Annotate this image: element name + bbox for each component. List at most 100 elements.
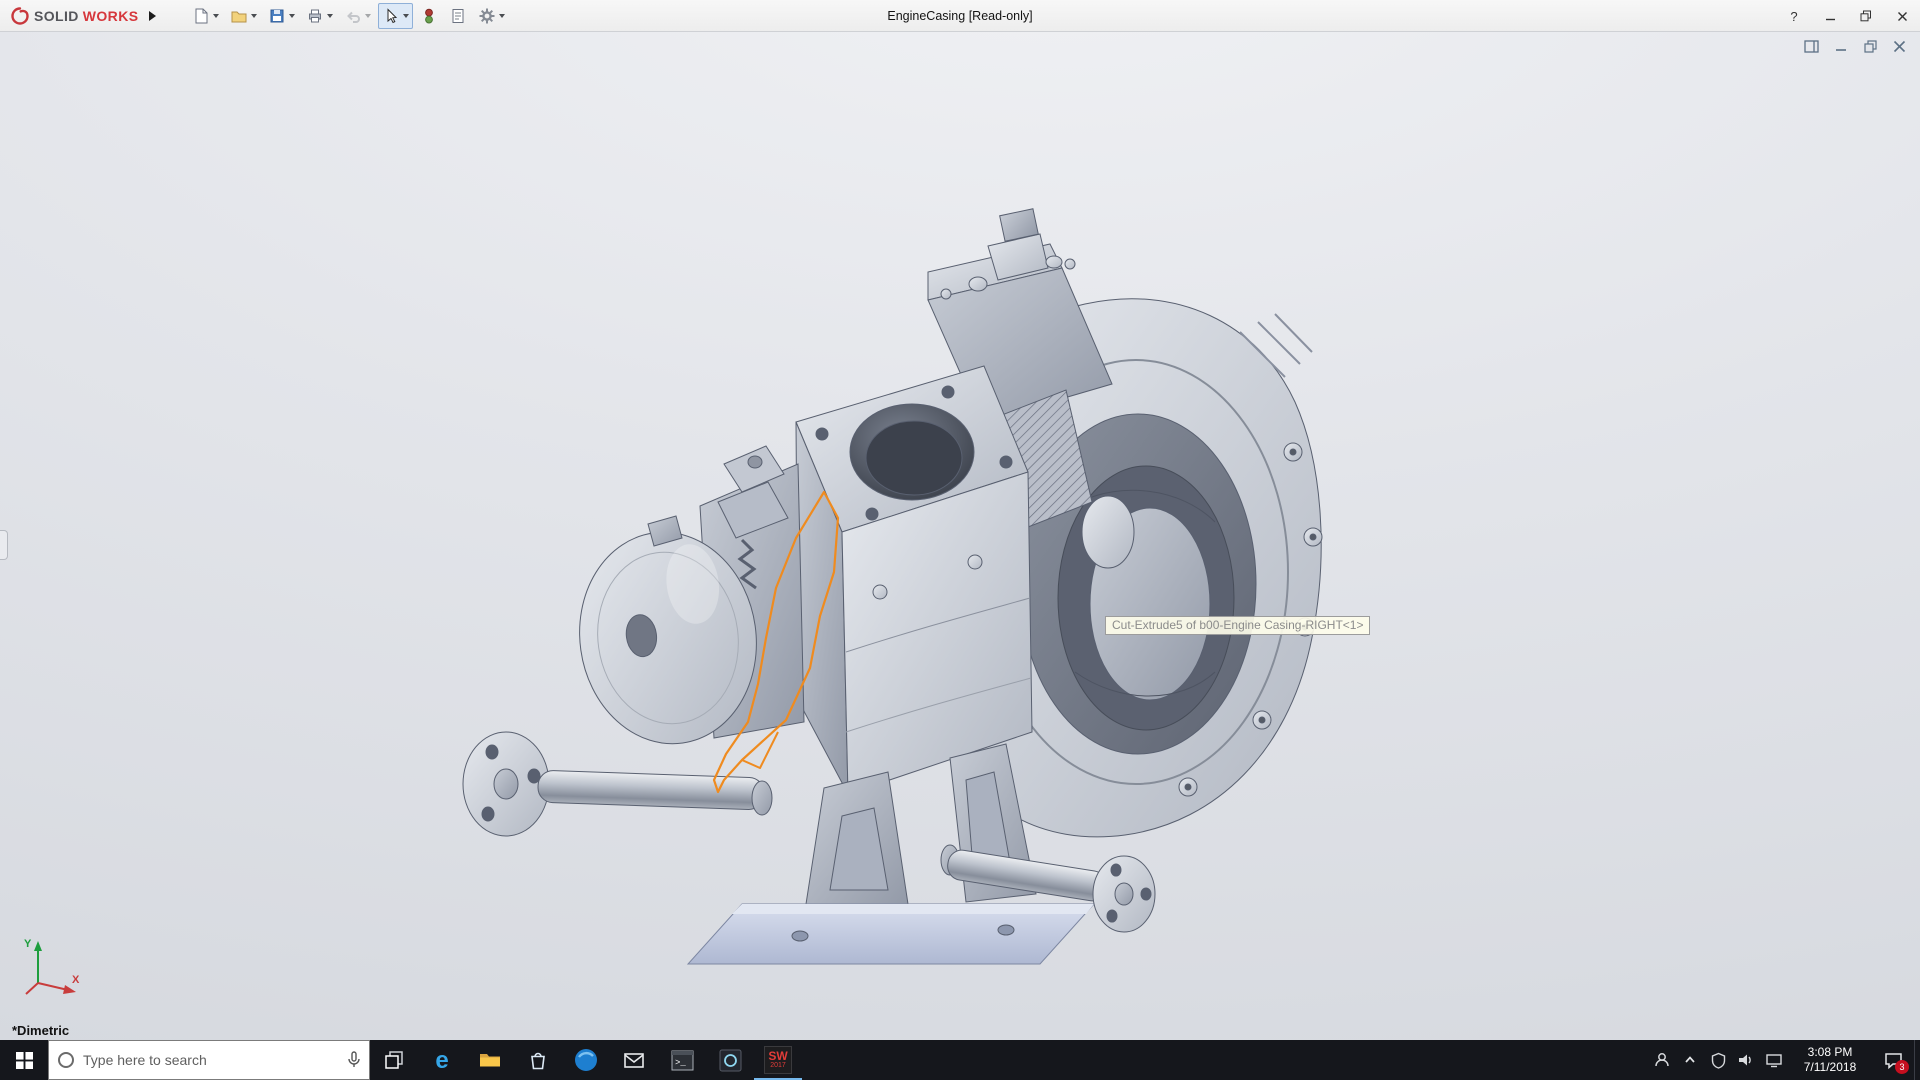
dropdown-caret-icon — [499, 14, 505, 18]
command-prompt-taskbar-icon[interactable]: >_ — [658, 1040, 706, 1080]
rebuild-icon — [420, 7, 438, 25]
title-bar: SOLIDWORKS — [0, 0, 1920, 32]
brand-solid-text: SOLID — [34, 8, 79, 24]
network-icon[interactable] — [1760, 1040, 1788, 1080]
dropdown-caret-icon — [251, 14, 257, 18]
select-cursor-icon — [382, 7, 400, 25]
options-button[interactable] — [474, 3, 509, 29]
triad-z-axis — [26, 983, 38, 994]
solidworks-window: SOLIDWORKS — [0, 0, 1920, 1080]
store-taskbar-icon[interactable] — [514, 1040, 562, 1080]
new-document-button[interactable] — [188, 3, 223, 29]
solidworks-tile-icon: SW 2017 — [764, 1046, 792, 1074]
doc-close-button[interactable] — [1893, 40, 1906, 53]
rebuild-button[interactable] — [416, 3, 442, 29]
tray-chevron-up-icon[interactable] — [1676, 1040, 1704, 1080]
svg-text:e: e — [435, 1047, 448, 1073]
taskbar-clock[interactable]: 3:08 PM 7/11/2018 — [1788, 1040, 1872, 1080]
edge-icon: e — [429, 1047, 455, 1073]
dropdown-caret-icon — [213, 14, 219, 18]
triad-x-axis — [38, 983, 68, 990]
restore-pane-button[interactable] — [1804, 40, 1819, 53]
file-properties-button[interactable] — [445, 3, 471, 29]
triad-x-label: X — [72, 974, 80, 986]
round-blue-app-taskbar-icon[interactable] — [562, 1040, 610, 1080]
svg-text:>_: >_ — [675, 1058, 686, 1068]
minimize-icon — [1825, 11, 1836, 22]
taskbar: e — [0, 1040, 1920, 1080]
solidworks-taskbar-icon[interactable]: SW 2017 — [754, 1040, 802, 1080]
show-desktop-button[interactable] — [1914, 1040, 1920, 1080]
document-window-controls — [1804, 40, 1906, 53]
open-button[interactable] — [226, 3, 261, 29]
print-button[interactable] — [302, 3, 337, 29]
defender-shield-icon[interactable] — [1704, 1040, 1732, 1080]
save-button[interactable] — [264, 3, 299, 29]
doc-close-icon — [1893, 40, 1906, 53]
dropdown-caret-icon — [403, 14, 409, 18]
quick-access-toolbar — [188, 3, 509, 29]
mail-envelope-icon — [622, 1048, 646, 1072]
left-shaft-assembly[interactable] — [463, 732, 772, 836]
task-view-button[interactable] — [370, 1040, 418, 1080]
options-gear-icon — [478, 7, 496, 25]
people-icon[interactable] — [1648, 1040, 1676, 1080]
select-tool-button[interactable] — [378, 3, 413, 29]
save-floppy-icon — [268, 7, 286, 25]
brand-works-text: WORKS — [83, 8, 139, 24]
open-folder-icon — [230, 7, 248, 25]
command-prompt-icon: >_ — [670, 1048, 695, 1073]
volume-icon[interactable] — [1732, 1040, 1760, 1080]
restore-icon — [1860, 10, 1872, 22]
undo-icon — [344, 7, 362, 25]
dark-app-icon — [718, 1048, 743, 1073]
dropdown-caret-icon — [365, 14, 371, 18]
microphone-icon[interactable] — [347, 1051, 361, 1069]
menu-flyout-arrow[interactable] — [144, 5, 160, 27]
edge-taskbar-icon[interactable]: e — [418, 1040, 466, 1080]
clock-time: 3:08 PM — [1808, 1045, 1853, 1060]
close-icon — [1897, 11, 1908, 22]
restore-pane-icon — [1804, 40, 1819, 53]
clock-date: 7/11/2018 — [1804, 1060, 1857, 1075]
doc-restore-button[interactable] — [1864, 40, 1877, 53]
start-button[interactable] — [0, 1040, 48, 1080]
notification-badge: 3 — [1895, 1060, 1909, 1074]
window-controls: ? — [1776, 0, 1920, 32]
triad-y-arrow-icon — [34, 941, 42, 951]
minimize-button[interactable] — [1812, 0, 1848, 32]
triad-y-label: Y — [24, 938, 32, 950]
doc-minimize-icon — [1835, 40, 1848, 53]
dropdown-caret-icon — [327, 14, 333, 18]
close-button[interactable] — [1884, 0, 1920, 32]
engine-casing-model[interactable] — [0, 32, 1920, 1040]
restore-button[interactable] — [1848, 0, 1884, 32]
doc-minimize-button[interactable] — [1835, 40, 1848, 53]
dropdown-caret-icon — [289, 14, 295, 18]
flyout-triangle-icon — [149, 11, 156, 21]
window-title: EngineCasing [Read-only] — [887, 9, 1032, 23]
solidworks-logo: SOLIDWORKS — [0, 6, 144, 26]
triad-x-arrow-icon — [63, 985, 76, 994]
dark-app-taskbar-icon[interactable] — [706, 1040, 754, 1080]
graphics-area[interactable]: Cut-Extrude5 of b00-Engine Casing-RIGHT<… — [0, 32, 1920, 1040]
round-blue-app-icon — [573, 1047, 599, 1073]
action-center-button[interactable]: 3 — [1872, 1040, 1914, 1080]
taskbar-search[interactable] — [48, 1040, 370, 1080]
ds-logo-icon — [10, 6, 30, 26]
store-bag-icon — [526, 1048, 550, 1072]
undo-button[interactable] — [340, 3, 375, 29]
task-view-icon — [384, 1050, 404, 1070]
file-explorer-taskbar-icon[interactable] — [466, 1040, 514, 1080]
new-document-icon — [192, 7, 210, 25]
view-orientation-label: *Dimetric — [12, 1023, 69, 1038]
orientation-triad: Y X — [22, 933, 86, 1002]
file-explorer-icon — [478, 1048, 502, 1072]
help-button[interactable]: ? — [1776, 0, 1812, 32]
mail-taskbar-icon[interactable] — [610, 1040, 658, 1080]
print-icon — [306, 7, 324, 25]
feature-tooltip: Cut-Extrude5 of b00-Engine Casing-RIGHT<… — [1105, 616, 1370, 635]
windows-logo-icon — [16, 1052, 33, 1069]
doc-restore-icon — [1864, 40, 1877, 53]
search-input[interactable] — [83, 1052, 339, 1068]
